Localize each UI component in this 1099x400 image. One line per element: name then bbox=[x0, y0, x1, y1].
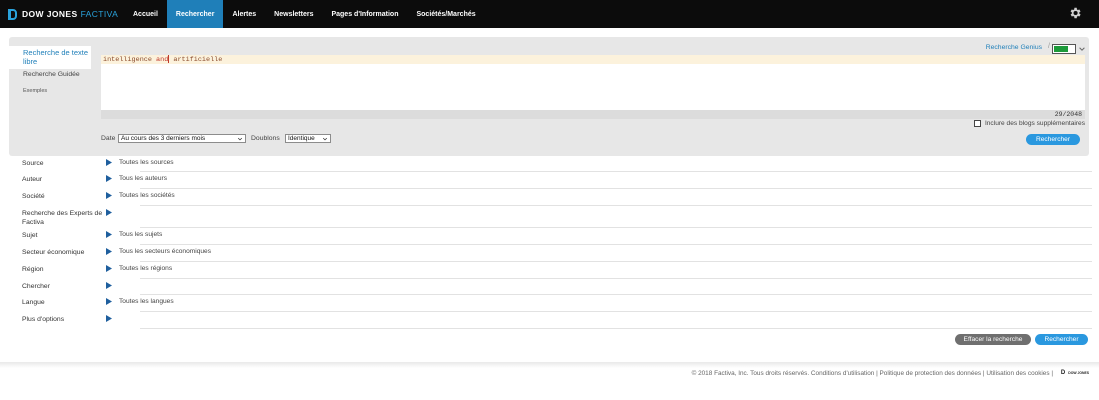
criteria-label: Source bbox=[22, 160, 44, 167]
row-divider bbox=[140, 328, 1092, 329]
search-panel: Recherche de texte libre Recherche Guidé… bbox=[9, 37, 1089, 156]
search-button[interactable]: Rechercher bbox=[1026, 134, 1080, 145]
free-text-query-input[interactable]: intelligence and artificielle bbox=[101, 55, 1085, 110]
expand-arrow-icon[interactable] bbox=[106, 159, 112, 166]
query-term-2: artificielle bbox=[169, 55, 223, 64]
footer-dow-jones-logo: D DOW JONES bbox=[1061, 370, 1089, 376]
query-line: intelligence and artificielle bbox=[101, 55, 1085, 64]
criteria-label: Auteur bbox=[22, 176, 43, 183]
criteria-value: Toutes les sociétés bbox=[119, 192, 175, 199]
chevron-down-icon bbox=[322, 137, 328, 141]
nav-item-accueil[interactable]: Accueil bbox=[124, 0, 167, 28]
main-nav: Accueil Rechercher Alertes Newsletters P… bbox=[124, 0, 485, 28]
include-blogs-label: Inclure des blogs supplémentaires bbox=[984, 120, 1085, 127]
query-operator: and bbox=[156, 55, 169, 64]
tab-free-text-search[interactable]: Recherche de texte libre bbox=[9, 46, 91, 69]
expand-arrow-icon[interactable] bbox=[106, 298, 112, 305]
footer-logo-text: DOW JONES bbox=[1068, 371, 1089, 375]
expand-arrow-icon[interactable] bbox=[106, 231, 112, 238]
criteria-row-experts[interactable]: Recherche des Experts de Factiva bbox=[22, 206, 1092, 228]
query-term-1: intelligence bbox=[103, 55, 157, 64]
criteria-value: Toutes les régions bbox=[119, 265, 173, 272]
top-navigation-bar: DOW JONES FACTIVA Accueil Rechercher Ale… bbox=[0, 0, 1099, 28]
include-blogs-option[interactable]: Inclure des blogs supplémentaires bbox=[973, 120, 1085, 127]
criteria-value: Tous les secteurs économiques bbox=[119, 248, 211, 255]
expand-arrow-icon[interactable] bbox=[106, 282, 112, 289]
duplicates-value: Identique bbox=[288, 135, 315, 142]
expand-arrow-icon[interactable] bbox=[106, 248, 112, 255]
nav-item-alertes[interactable]: Alertes bbox=[223, 0, 265, 28]
footer-logo-mark: D bbox=[1060, 370, 1066, 376]
criteria-row-subject[interactable]: Sujet Tous les sujets bbox=[22, 228, 1092, 245]
criteria-label: Langue bbox=[22, 299, 45, 306]
dow-jones-logo-icon bbox=[8, 8, 17, 20]
criteria-label: Sujet bbox=[22, 232, 38, 239]
chevron-down-icon[interactable] bbox=[1078, 45, 1086, 53]
duplicates-label: Doublons bbox=[251, 135, 280, 142]
criteria-label: Chercher bbox=[22, 283, 50, 290]
criteria-label: Recherche des Experts de Factiva bbox=[22, 210, 103, 226]
expand-arrow-icon[interactable] bbox=[106, 175, 112, 182]
criteria-row-more-options[interactable]: Plus d'options bbox=[22, 312, 1092, 329]
genius-separator: / bbox=[1048, 43, 1050, 50]
criteria-row-company[interactable]: Société Toutes les sociétés bbox=[22, 189, 1092, 206]
duplicates-select[interactable]: Identique bbox=[285, 134, 331, 143]
criteria-label: Secteur économique bbox=[22, 249, 85, 256]
criteria-value: Toutes les sources bbox=[119, 159, 174, 166]
criteria-row-region[interactable]: Région Toutes les régions bbox=[22, 262, 1092, 279]
footer-links[interactable]: © 2018 Factiva, Inc. Tous droits réservé… bbox=[692, 370, 1053, 377]
genius-toggle[interactable] bbox=[1052, 44, 1076, 54]
expand-arrow-icon[interactable] bbox=[106, 192, 112, 199]
criteria-row-search[interactable]: Chercher bbox=[22, 279, 1092, 295]
toggle-on-indicator bbox=[1054, 46, 1068, 52]
genius-search-label[interactable]: Recherche Genius bbox=[986, 44, 1042, 51]
criteria-value: Toutes les langues bbox=[119, 298, 174, 305]
criteria-value: Tous les sujets bbox=[119, 231, 163, 238]
nav-item-rechercher[interactable]: Rechercher bbox=[166, 0, 224, 28]
nav-item-pages-information[interactable]: Pages d'Information bbox=[322, 0, 407, 28]
factiva-logo[interactable]: DOW JONES FACTIVA bbox=[8, 0, 118, 28]
criteria-label: Région bbox=[22, 266, 44, 273]
brand-name: DOW JONES bbox=[22, 9, 78, 19]
nav-item-societes-marches[interactable]: Sociétés/Marchés bbox=[407, 0, 484, 28]
date-label: Date bbox=[101, 135, 116, 142]
product-name: FACTIVA bbox=[80, 9, 119, 19]
chevron-down-icon bbox=[237, 137, 243, 141]
character-counter: 29/2048 bbox=[101, 110, 1085, 119]
criteria-row-author[interactable]: Auteur Tous les auteurs bbox=[22, 172, 1092, 189]
clear-search-button[interactable]: Effacer la recherche bbox=[955, 334, 1031, 345]
include-blogs-checkbox[interactable] bbox=[973, 120, 981, 127]
expand-arrow-icon[interactable] bbox=[106, 209, 112, 216]
expand-arrow-icon[interactable] bbox=[106, 265, 112, 272]
gear-icon[interactable] bbox=[1068, 6, 1082, 20]
criteria-row-language[interactable]: Langue Toutes les langues bbox=[22, 295, 1092, 312]
nav-item-newsletters[interactable]: Newsletters bbox=[265, 0, 322, 28]
criteria-label: Société bbox=[22, 193, 45, 200]
criteria-value: Tous les auteurs bbox=[119, 175, 168, 182]
footer-divider bbox=[0, 362, 1099, 368]
tab-examples[interactable]: Exemples bbox=[9, 88, 91, 94]
criteria-row-source[interactable]: Source Toutes les sources bbox=[22, 156, 1092, 172]
tab-guided-search[interactable]: Recherche Guidée bbox=[9, 71, 91, 78]
criteria-label: Plus d'options bbox=[22, 316, 65, 323]
criteria-row-sector[interactable]: Secteur économique Tous les secteurs éco… bbox=[22, 245, 1092, 262]
date-range-select[interactable]: Au cours des 3 derniers mois bbox=[118, 134, 246, 143]
search-button-bottom[interactable]: Rechercher bbox=[1035, 334, 1088, 345]
expand-arrow-icon[interactable] bbox=[106, 315, 112, 322]
date-range-value: Au cours des 3 derniers mois bbox=[121, 135, 206, 142]
